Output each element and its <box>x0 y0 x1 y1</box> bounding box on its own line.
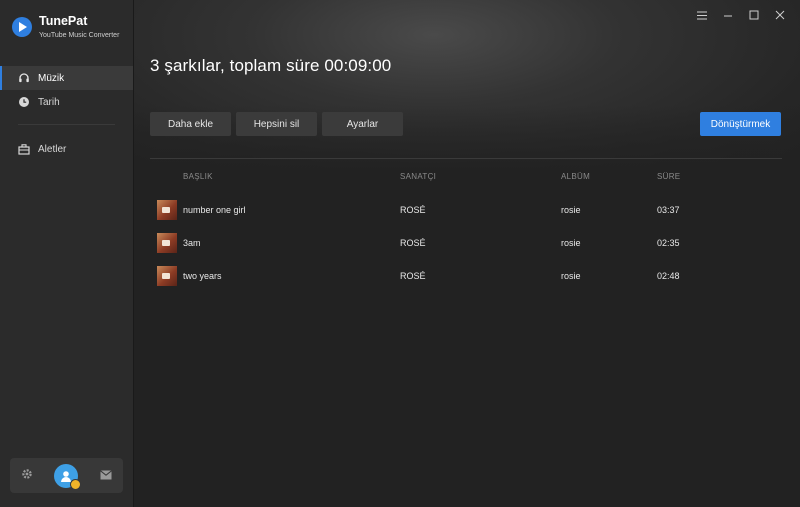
tunepat-logo-icon <box>12 17 32 37</box>
song-duration: 03:37 <box>657 204 680 215</box>
toolbox-icon <box>18 143 30 155</box>
main-panel: 3 şarkılar, toplam süre 00:09:00 Daha ek… <box>134 0 800 507</box>
song-album: rosie <box>561 270 581 281</box>
brand: TunePat YouTube Music Converter <box>12 14 119 41</box>
column-header-artist[interactable]: SANATÇI <box>400 172 561 181</box>
song-album: rosie <box>561 237 581 248</box>
app-name: TunePat <box>39 14 88 28</box>
window-controls <box>696 9 786 21</box>
app-subtitle: YouTube Music Converter <box>39 32 120 39</box>
sidebar-bottom-bar <box>10 458 123 493</box>
album-cover-thumbnail <box>156 232 177 253</box>
song-artist: ROSÉ <box>400 270 426 281</box>
column-header-album[interactable]: ALBÜM <box>561 172 657 181</box>
song-title: two years <box>183 270 222 281</box>
maximize-icon[interactable] <box>748 9 760 21</box>
sidebar-item-tarih[interactable]: Tarih <box>0 90 133 114</box>
song-summary: 3 şarkılar, toplam süre 00:09:00 <box>150 56 392 75</box>
clock-icon <box>18 96 30 108</box>
minimize-icon[interactable] <box>722 9 734 21</box>
album-cover-thumbnail <box>156 199 177 220</box>
sidebar-item-muzik[interactable]: Müzik <box>0 66 133 90</box>
mail-icon[interactable] <box>100 467 112 485</box>
album-cover-thumbnail <box>156 265 177 286</box>
header-background <box>134 0 800 175</box>
table-header: BAŞLIK SANATÇI ALBÜM SÜRE <box>150 158 782 193</box>
sidebar-item-aletler[interactable]: Aletler <box>0 137 133 161</box>
sidebar-nav: Müzik Tarih Aletler <box>0 66 133 161</box>
song-duration: 02:48 <box>657 270 680 281</box>
song-album: rosie <box>561 204 581 215</box>
sidebar-divider <box>18 124 115 125</box>
song-artist: ROSÉ <box>400 237 426 248</box>
settings-button[interactable]: Ayarlar <box>322 112 403 136</box>
column-header-title[interactable]: BAŞLIK <box>183 172 400 181</box>
delete-all-button[interactable]: Hepsini sil <box>236 112 317 136</box>
gear-icon[interactable] <box>21 467 33 485</box>
user-avatar-icon[interactable] <box>54 463 82 490</box>
premium-badge-icon <box>70 478 82 490</box>
headphones-icon <box>18 72 30 84</box>
sidebar-item-label: Tarih <box>38 96 60 108</box>
table-row[interactable]: two years ROSÉ rosie 02:48 <box>150 259 782 292</box>
song-duration: 02:35 <box>657 237 680 248</box>
sidebar: TunePat YouTube Music Converter Müzik Ta… <box>0 0 134 507</box>
song-title: 3am <box>183 237 201 248</box>
menu-icon[interactable] <box>696 9 708 21</box>
app-window: TunePat YouTube Music Converter Müzik Ta… <box>0 0 800 507</box>
song-artist: ROSÉ <box>400 204 426 215</box>
close-icon[interactable] <box>774 9 786 21</box>
table-row[interactable]: 3am ROSÉ rosie 02:35 <box>150 226 782 259</box>
add-more-button[interactable]: Daha ekle <box>150 112 231 136</box>
column-header-duration[interactable]: SÜRE <box>657 172 717 181</box>
song-table: BAŞLIK SANATÇI ALBÜM SÜRE number one gir… <box>150 158 782 292</box>
sidebar-item-label: Aletler <box>38 143 67 155</box>
convert-button[interactable]: Dönüştürmek <box>700 112 781 136</box>
sidebar-item-label: Müzik <box>38 72 65 84</box>
table-row[interactable]: number one girl ROSÉ rosie 03:37 <box>150 193 782 226</box>
song-title: number one girl <box>183 204 246 215</box>
